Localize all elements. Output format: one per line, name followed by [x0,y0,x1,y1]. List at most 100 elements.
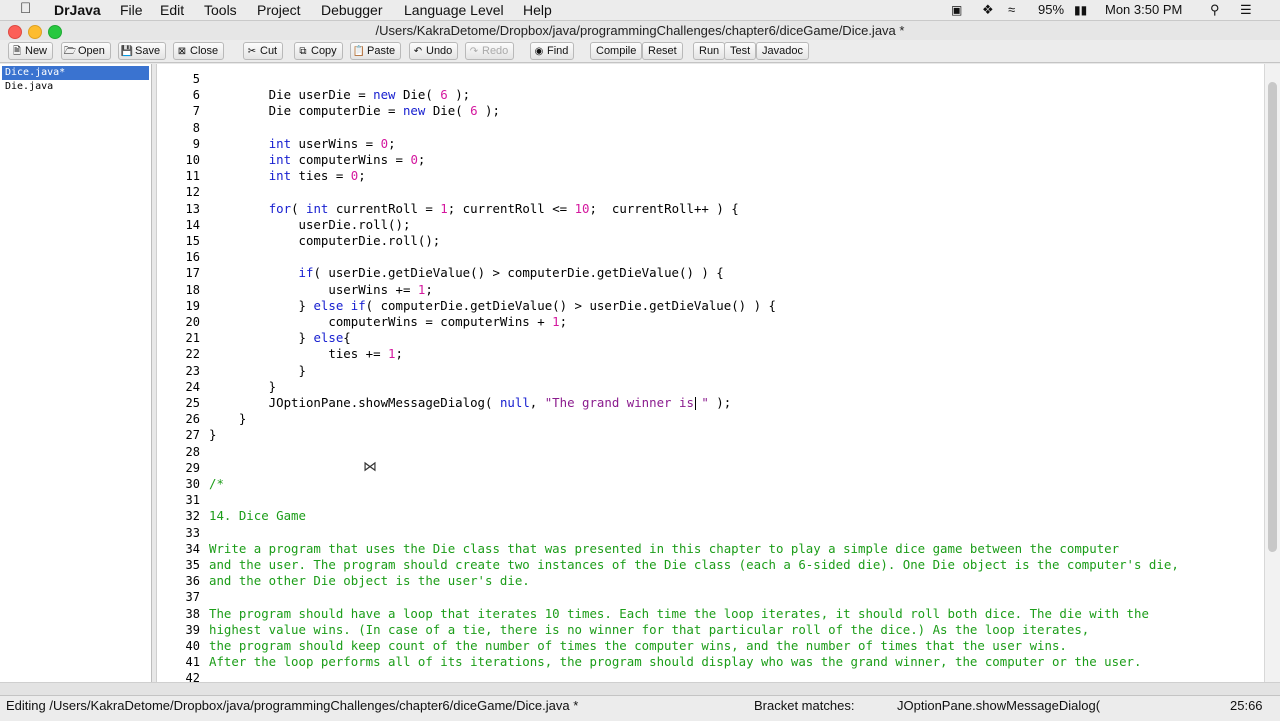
line-number: 31 [185,493,200,508]
line-number: 41 [185,655,200,670]
open-button[interactable]: 🗁 Open [61,42,111,60]
cut-button[interactable]: ✂ Cut [243,42,284,60]
code-line[interactable]: The program should have a loop that iter… [209,606,1149,621]
close-button[interactable]: ⊠ Close [173,42,225,60]
code-line[interactable]: int userWins = 0; [209,136,396,151]
line-number: 39 [185,622,200,637]
open-folder-icon: 🗁 [63,46,77,57]
dropbox-icon[interactable]: ❖ [982,1,994,19]
line-number: 42 [185,671,200,682]
document-item-dice[interactable]: Dice.java* [2,66,149,80]
menu-debugger[interactable]: Debugger [321,1,383,19]
line-number: 34 [185,541,200,556]
code-line[interactable]: userWins += 1; [209,282,432,297]
line-number: 26 [185,412,200,427]
compile-button[interactable]: Compile [590,42,643,60]
pane-divider[interactable] [0,682,1280,695]
code-editor[interactable]: 5 6 7 8 9 10 11 12 13 14 15 16 17 18 19 20 21 22 23 24 25 26 2… [156,64,1265,682]
menu-language-level[interactable]: Language Level [404,1,504,19]
menu-edit[interactable]: Edit [160,1,184,19]
window-title: /Users/KakraDetome/Dropbox/java/programm… [375,23,905,38]
redo-button[interactable]: ↷ Redo [465,42,515,60]
line-number: 6 [192,88,200,103]
status-bar: Editing /Users/KakraDetome/Dropbox/java/… [0,695,1280,721]
wifi-icon[interactable]: ≈ [1008,1,1015,19]
menu-app-name[interactable]: DrJava [54,1,101,19]
scrollbar-thumb[interactable] [1268,82,1277,552]
code-line[interactable]: Die userDie = new Die( 6 ); [209,88,470,102]
code-line[interactable]: computerDie.roll(); [209,234,441,248]
notification-center-icon[interactable]: ☰ [1240,1,1252,19]
apple-menu-icon[interactable]:  [20,0,31,18]
line-number: 33 [185,525,200,540]
line-number: 40 [185,639,200,653]
bracket-matches-label: Bracket matches: [754,698,855,713]
copy-button[interactable]: ⧉ Copy [294,42,343,60]
screen-record-icon[interactable]: ▣ [951,1,962,19]
line-number: 15 [185,234,200,248]
clock[interactable]: Mon 3:50 PM [1105,1,1182,19]
line-number: 11 [185,169,200,184]
menu-tools[interactable]: Tools [204,1,237,19]
code-line[interactable]: computerWins = computerWins + 1; [209,315,567,329]
code-line[interactable]: Write a program that uses the Die class … [209,541,1119,556]
code-line[interactable]: } else{ [209,331,351,345]
find-button[interactable]: ◉ Find [530,42,575,60]
bracket-matches-value: JOptionPane.showMessageDialog( [897,698,1101,713]
menu-project[interactable]: Project [257,1,301,19]
code-line[interactable]: /* [209,477,224,491]
line-number: 12 [185,185,200,200]
line-number: 37 [185,590,200,605]
javadoc-button[interactable]: Javadoc [756,42,809,60]
code-line[interactable]: and the other Die object is the user's d… [209,574,530,588]
code-line[interactable]: userDie.roll(); [209,217,411,232]
code-line[interactable]: } [209,412,246,426]
line-number: 10 [185,153,200,167]
line-number: 16 [185,250,200,265]
code-line[interactable]: highest value wins. (In case of a tie, t… [209,622,1089,637]
code-line[interactable]: } [209,363,306,378]
status-editing-path: Editing /Users/KakraDetome/Dropbox/java/… [6,698,579,713]
reset-button[interactable]: Reset [642,42,683,60]
line-number-gutter: 5 6 7 8 9 10 11 12 13 14 15 16 17 18 19 20 21 22 23 24 25 26 2… [157,64,202,682]
code-line[interactable]: int ties = 0; [209,169,366,183]
code-line[interactable]: } [209,428,216,442]
paste-button[interactable]: 📋 Paste [350,42,402,60]
document-list-panel: Dice.java* Die.java [0,64,152,682]
code-line[interactable]: After the loop performs all of its itera… [209,655,1141,669]
code-line[interactable]: for( int currentRoll = 1; currentRoll <=… [209,201,739,216]
line-number: 20 [185,315,200,329]
line-number: 5 [192,72,200,86]
code-line[interactable]: and the user. The program should create … [209,558,1179,572]
code-line[interactable]: 14. Dice Game [209,509,306,523]
menu-help[interactable]: Help [523,1,552,19]
line-number: 24 [185,379,200,394]
battery-icon[interactable]: ▮▮ [1074,1,1087,19]
code-line[interactable]: the program should keep count of the num… [209,639,1067,653]
battery-percent[interactable]: 95% [1038,1,1064,19]
code-line[interactable]: if( userDie.getDieValue() > computerDie.… [209,266,724,280]
save-button[interactable]: 💾 Save [118,42,167,60]
ibeam-cursor-icon: ⋈ [363,458,377,475]
paste-clipboard-icon: 📋 [352,46,366,57]
code-line[interactable]: JOptionPane.showMessageDialog( null, "Th… [209,396,732,410]
line-number: 14 [185,217,200,232]
text-caret [694,397,696,410]
code-line[interactable]: Die computerDie = new Die( 6 ); [209,104,500,118]
binoculars-icon: ◉ [534,46,544,57]
undo-button[interactable]: ↶ Undo [409,42,459,60]
new-button[interactable]: 🗎 New [8,42,54,60]
spotlight-search-icon[interactable]: ⚲ [1210,1,1220,19]
code-line[interactable]: ties += 1; [209,347,403,361]
run-button[interactable]: Run [693,42,726,60]
menu-file[interactable]: File [120,1,143,19]
document-item-die[interactable]: Die.java [2,80,149,94]
test-button[interactable]: Test [724,42,757,60]
code-line[interactable]: } [209,379,276,394]
line-number: 27 [185,428,200,443]
line-number: 28 [185,444,200,459]
code-line[interactable]: } else if( computerDie.getDieValue() > u… [209,298,776,313]
editor-vertical-scrollbar[interactable] [1264,64,1280,682]
menu-bar:  DrJava File Edit Tools Project Debugge… [0,0,1280,21]
code-line[interactable]: int computerWins = 0; [209,153,426,167]
